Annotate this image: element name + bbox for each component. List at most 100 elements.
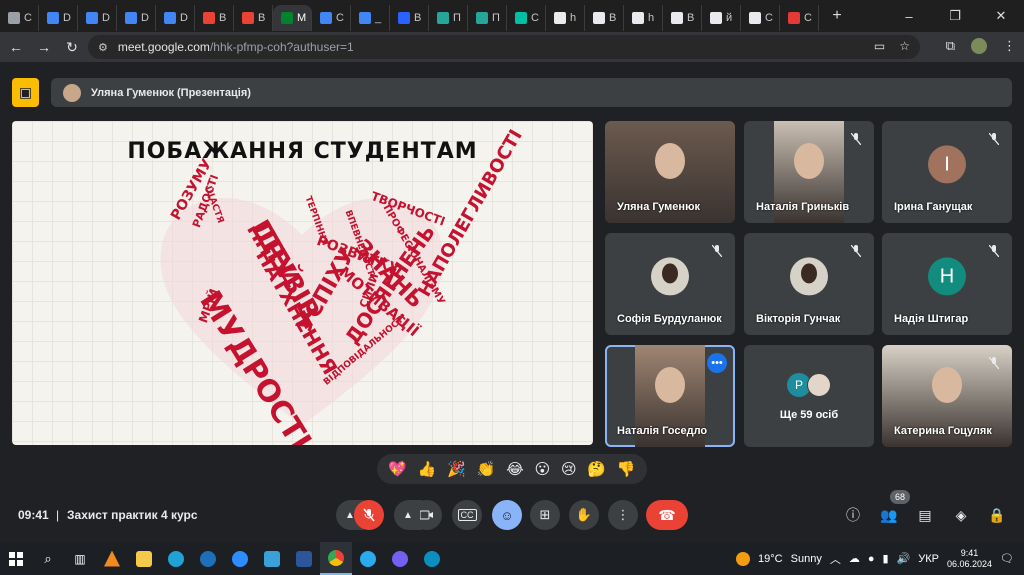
reaction-emoji-button[interactable]: 😢 [561,460,577,478]
emoji-button[interactable]: ☺ [492,500,522,530]
browser-tab[interactable]: D [39,5,78,31]
tab-label: C [531,12,539,24]
app-tray-icon[interactable]: ● [868,553,875,565]
search-icon[interactable]: ⌕ [32,542,64,575]
language-indicator[interactable]: УКР [918,553,939,565]
browser-tab[interactable]: D [78,5,117,31]
zoom-icon[interactable] [224,542,256,575]
shared-screen: ПОБАЖАННЯ СТУДЕНТАМ ДРУЗІВ МУДРОСТІ НАТХНЕ… [12,121,593,445]
tray-chevron-icon[interactable]: ︿ [830,551,841,567]
participant-tile[interactable]: Вікторія Гунчак [744,233,874,335]
viber-icon[interactable] [384,542,416,575]
raise-hand-button[interactable]: ✋ [569,500,599,530]
captions-button[interactable]: CC [452,500,482,530]
windows-taskbar: ⌕ ▥ 19°C Sunny ︿ ☁ ● ▮ 🔊 УКР 9:41 06.06.… [0,542,1024,575]
host-controls-icon[interactable]: 🔒 [988,506,1006,524]
other-avatar [807,373,831,397]
tab-label: M [297,12,307,24]
participant-tile[interactable]: Катерина Гоцуляк [882,345,1012,447]
weather-temp[interactable]: 19°C [758,553,783,565]
presentation-indicator-icon[interactable]: ▣ [12,78,39,107]
reaction-emoji-button[interactable]: 👏 [477,460,496,478]
participant-tile[interactable]: Наталія Госедло ••• [605,345,735,447]
browser-menu-icon[interactable]: ⋮ [1003,38,1016,54]
camera-permission-icon[interactable]: ▭ [874,39,885,53]
participant-tile[interactable]: Софія Бурдуланюк [605,233,735,335]
browser-tab[interactable]: B [663,5,702,31]
participant-tile[interactable]: P Ще 59 осіб [744,345,874,447]
browser-tab[interactable]: D [117,5,156,31]
people-icon[interactable]: 👥 [880,506,898,524]
browser-tab[interactable]: й [702,5,741,31]
battery-icon[interactable]: ▮ [882,552,888,565]
browser-tab[interactable]: B [390,5,429,31]
browser-tab[interactable]: D [156,5,195,31]
browser-tab[interactable]: B [585,5,624,31]
browser-tab[interactable]: C [507,5,546,31]
mic-off-button[interactable] [354,500,384,530]
address-bar[interactable]: ⚙ meet.google.com /hhk-pfmp-coh?authuser… [88,35,920,59]
chat-icon[interactable]: ▤ [916,506,934,524]
new-tab-button[interactable]: + [827,7,847,25]
reaction-emoji-button[interactable]: 😂 [506,460,524,478]
activities-icon[interactable]: ◈ [952,506,970,524]
network-icon[interactable]: ☁ [849,552,860,565]
reaction-emoji-button[interactable]: 🎉 [447,460,466,478]
participant-tile[interactable]: I Ірина Ганущак [882,121,1012,223]
file-explorer-icon[interactable] [128,542,160,575]
browser-tab[interactable]: B [234,5,273,31]
chrome-icon[interactable] [320,542,352,575]
webex-meetings-icon[interactable] [416,542,448,575]
telegram-icon[interactable] [352,542,384,575]
present-now-button[interactable]: ⊞ [530,500,560,530]
tab-label: B [219,12,227,24]
profile-avatar[interactable] [971,38,987,54]
camera-button[interactable] [412,500,442,530]
site-info-icon[interactable]: ⚙ [98,41,108,54]
meeting-info-icon[interactable]: ⓘ [844,506,862,524]
participant-tile[interactable]: Наталія Гриньків [744,121,874,223]
close-window-icon[interactable]: ✕ [978,8,1024,24]
word-icon[interactable] [288,542,320,575]
reaction-emoji-button[interactable]: 👎 [617,460,636,478]
browser-tab[interactable]: C [312,5,351,31]
reactions-bar: 💖 👍 🎉 👏 😂 😮 😢 🤔 👎 [377,454,647,484]
system-clock[interactable]: 9:41 06.06.2024 [947,548,992,570]
browser-tab[interactable]: h [546,5,585,31]
leave-call-button[interactable]: ☎ [646,500,688,530]
tab-favicon-icon [515,12,527,24]
minimize-icon[interactable]: – [886,9,932,24]
task-view-icon[interactable]: ▥ [64,542,96,575]
browser-tab[interactable]: C [0,5,39,31]
participant-tile[interactable]: Уляна Гуменюк [605,121,735,223]
edge-icon[interactable] [160,542,192,575]
reaction-emoji-button[interactable]: 😮 [535,460,551,478]
reload-icon[interactable]: ↻ [58,39,86,56]
extensions-icon[interactable]: ⧉ [946,38,955,54]
reaction-emoji-button[interactable]: 🤔 [587,460,606,478]
webex-icon[interactable] [192,542,224,575]
browser-tab[interactable]: M× [273,5,312,31]
more-options-button[interactable]: ⋮ [608,500,638,530]
browser-tab[interactable]: П [429,5,468,31]
volume-icon[interactable]: 🔊 [897,552,911,565]
reaction-emoji-button[interactable]: 💖 [388,460,407,478]
browser-tab[interactable]: C [741,5,780,31]
maximize-icon[interactable]: ❐ [932,8,978,24]
weather-text[interactable]: Sunny [791,553,822,565]
participant-tile[interactable]: H Надія Штигар [882,233,1012,335]
tile-more-options-icon[interactable]: ••• [707,353,727,373]
reaction-emoji-button[interactable]: 👍 [418,460,437,478]
browser-tab[interactable]: C [780,5,819,31]
browser-tab[interactable]: _ [351,5,390,31]
notifications-icon[interactable]: 🗨 [1000,552,1014,565]
vlc-icon[interactable] [96,542,128,575]
browser-tab[interactable]: П [468,5,507,31]
bookmark-star-icon[interactable]: ☆ [899,39,910,53]
start-button[interactable] [0,542,32,575]
forward-icon[interactable]: → [30,39,58,55]
browser-tab[interactable]: h [624,5,663,31]
browser-tab[interactable]: B [195,5,234,31]
back-icon[interactable]: ← [2,39,30,55]
photos-icon[interactable] [256,542,288,575]
